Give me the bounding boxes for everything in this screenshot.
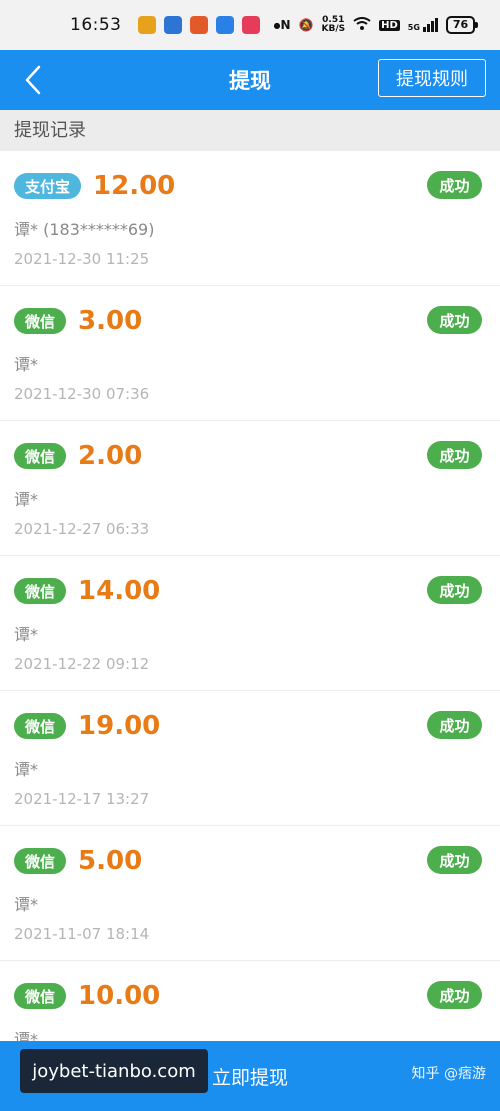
status-bar: 16:53 ● N 🔕 0.51 KB/S HD 5G 76 (0, 0, 500, 50)
channel-tag: 微信 (14, 713, 67, 739)
signal-icon: 5G (408, 18, 438, 32)
header-bar: 提现 提现规则 (0, 50, 500, 110)
record-row: 微信 19.00 成功 谭* 2021-12-17 13:27 (0, 691, 500, 826)
record-date: 2021-12-30 11:25 (14, 250, 150, 268)
page-title: 提现 (229, 69, 271, 93)
app-notification-icon (215, 16, 234, 34)
record-header: 微信 10.00 (14, 981, 160, 1011)
amount: 14.00 (78, 576, 161, 606)
channel-tag: 微信 (14, 578, 67, 604)
recipient-name: 谭* (14, 625, 39, 644)
channel-tag: 微信 (14, 848, 67, 874)
chevron-left-icon (25, 65, 41, 95)
nfc-icon: N (280, 18, 291, 32)
status-badge: 成功 (427, 711, 482, 739)
amount: 3.00 (78, 306, 143, 336)
record-header: 支付宝 12.00 (14, 171, 175, 201)
amount: 5.00 (78, 846, 143, 876)
record-date: 2021-12-22 09:12 (14, 655, 150, 673)
record-row: 支付宝 12.00 成功 谭* (183******69) 2021-12-30… (0, 151, 500, 286)
amount: 19.00 (78, 711, 161, 741)
network-speed-unit: KB/S (321, 24, 346, 34)
status-app-icons (137, 16, 260, 34)
channel-tag: 微信 (14, 443, 67, 469)
record-header: 微信 5.00 (14, 846, 142, 876)
record-row: 微信 5.00 成功 谭* 2021-11-07 18:14 (0, 826, 500, 961)
recipient-name: 谭* (14, 490, 39, 509)
withdraw-rules-button[interactable]: 提现规则 (378, 59, 486, 97)
withdraw-record-list: 支付宝 12.00 成功 谭* (183******69) 2021-12-30… (0, 151, 500, 1096)
recipient-name: 谭* (14, 760, 39, 779)
status-badge: 成功 (427, 441, 482, 469)
watermark-left: joybet-tianbo.com (20, 1049, 208, 1093)
record-row: 微信 14.00 成功 谭* 2021-12-22 09:12 (0, 556, 500, 691)
record-date: 2021-12-17 13:27 (14, 790, 150, 808)
bell-muted-icon: 🔕 (298, 18, 314, 32)
record-header: 微信 3.00 (14, 306, 142, 336)
app-notification-icon (241, 16, 260, 34)
status-badge: 成功 (427, 306, 482, 334)
record-header: 微信 19.00 (14, 711, 160, 741)
record-header: 微信 14.00 (14, 576, 160, 606)
record-row: 微信 2.00 成功 谭* 2021-12-27 06:33 (0, 421, 500, 556)
amount: 10.00 (78, 981, 161, 1011)
recipient-name: 谭* (14, 895, 39, 914)
app-notification-icon (163, 16, 182, 34)
amount: 12.00 (93, 171, 176, 201)
hd-badge: HD (379, 19, 400, 31)
record-date: 2021-11-07 18:14 (14, 925, 150, 943)
app-notification-icon (189, 16, 208, 34)
network-speed: 0.51 KB/S (321, 16, 345, 34)
app-notification-icon (137, 16, 156, 34)
withdraw-now-button[interactable]: 立即提现 (212, 1063, 288, 1090)
battery-indicator: 76 (445, 16, 479, 34)
recipient-name: 谭* (14, 355, 39, 374)
wifi-icon (353, 16, 371, 34)
bottom-bar: joybet-tianbo.com 立即提现 知乎 @痞游 (0, 1041, 500, 1111)
section-title: 提现记录 (0, 110, 500, 151)
channel-tag: 微信 (14, 983, 67, 1009)
record-date: 2021-12-27 06:33 (14, 520, 150, 538)
recipient-name: 谭* (183******69) (14, 220, 155, 239)
amount: 2.00 (78, 441, 143, 471)
back-button[interactable] (18, 64, 48, 96)
record-row: 微信 3.00 成功 谭* 2021-12-30 07:36 (0, 286, 500, 421)
watermark-right: 知乎 @痞游 (411, 1066, 486, 1082)
status-indicators: N 🔕 0.51 KB/S HD 5G 76 (280, 16, 479, 34)
signal-label: 5G (407, 23, 420, 32)
record-header: 微信 2.00 (14, 441, 142, 471)
status-badge: 成功 (427, 981, 482, 1009)
record-date: 2021-12-30 07:36 (14, 385, 150, 403)
status-dot-icon: ● (273, 20, 281, 30)
channel-tag: 微信 (14, 308, 67, 334)
status-time: 16:53 (70, 15, 122, 35)
status-badge: 成功 (427, 171, 482, 199)
status-badge: 成功 (427, 846, 482, 874)
status-badge: 成功 (427, 576, 482, 604)
channel-tag: 支付宝 (14, 173, 82, 199)
